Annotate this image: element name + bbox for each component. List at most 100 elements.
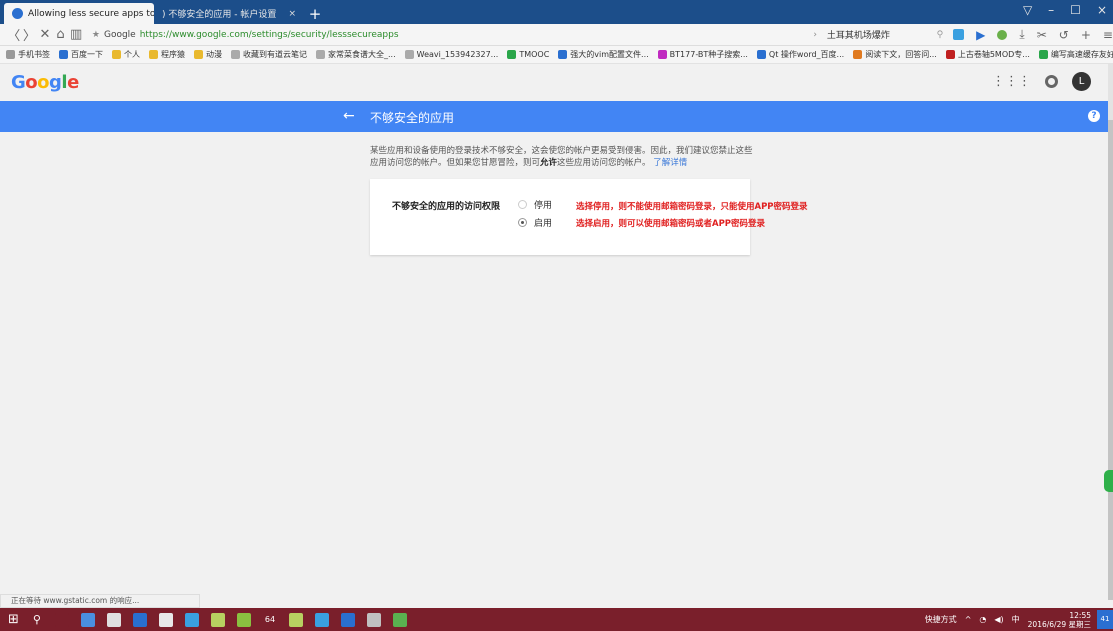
system-clock[interactable]: 12:55 2016/6/29 星期三	[1028, 611, 1091, 629]
play-icon[interactable]: ▶	[976, 28, 985, 42]
extension-icon[interactable]	[953, 29, 965, 40]
clock-time: 12:55	[1069, 610, 1091, 620]
notification-badge[interactable]: 41	[1097, 610, 1113, 629]
notifications-icon[interactable]	[1045, 75, 1058, 88]
search-icon[interactable]: ⚲	[33, 613, 41, 626]
search-arrow-icon: ›	[813, 29, 817, 40]
bookmark-icon	[316, 50, 325, 59]
option-turn-off[interactable]: 停用	[518, 198, 552, 211]
restore-icon[interactable]: ☐	[1070, 3, 1081, 17]
taskbar-app-icon[interactable]	[132, 612, 147, 627]
home-icon[interactable]: ⌂	[53, 27, 69, 42]
bookmark-item[interactable]: 收藏到有道云笔记	[231, 49, 307, 60]
new-tab-button[interactable]: +	[306, 4, 324, 24]
radio-off[interactable]	[518, 200, 527, 209]
stop-icon[interactable]: ✕	[37, 27, 53, 42]
option-turn-on[interactable]: 启用	[518, 216, 552, 229]
google-account-tools: ⋮⋮⋮ L	[992, 72, 1091, 91]
search-icon[interactable]: ⚲	[937, 30, 944, 40]
description-text-end: 这些应用访问您的帐户。	[557, 158, 651, 168]
extension-green-icon[interactable]	[997, 29, 1008, 40]
google-logo[interactable]: Google	[11, 72, 79, 93]
taskbar-app-icon[interactable]	[288, 612, 303, 627]
close-window-icon[interactable]: ×	[1097, 3, 1107, 17]
search-box[interactable]: › 土耳其机场爆炸 ⚲	[813, 26, 943, 44]
taskbar-app-icon[interactable]	[314, 612, 329, 627]
bookmark-item[interactable]: Weavi_153942327...	[404, 50, 498, 59]
url-text[interactable]: https://www.google.com/settings/security…	[140, 30, 399, 40]
bookmark-item[interactable]: 手机书签	[6, 49, 50, 60]
bookmark-item[interactable]: 编写高速缓存友好...	[1038, 49, 1113, 60]
clock-date: 2016/6/29 星期三	[1027, 619, 1091, 629]
bookmark-label: 个人	[124, 50, 140, 59]
network-icon[interactable]: ◔	[979, 615, 986, 624]
scrollbar-thumb[interactable]	[1108, 120, 1113, 600]
bookmark-item[interactable]: 百度一下	[59, 49, 103, 60]
bookmark-item[interactable]: 个人	[112, 49, 140, 60]
bookmark-item[interactable]: 家常菜食谱大全_...	[316, 49, 396, 60]
radio-on[interactable]	[518, 218, 527, 227]
taskbar-app-icon[interactable]	[392, 612, 407, 627]
taskbar-app-icon[interactable]	[158, 612, 173, 627]
bookmark-icon	[149, 50, 158, 59]
bookmark-item[interactable]: Qt 操作word_百度...	[756, 49, 844, 60]
status-bar: 正在等待 www.gstatic.com 的响应...	[0, 594, 200, 608]
url-host: Google	[103, 29, 136, 40]
description-bold: 允许	[540, 158, 558, 168]
bookmark-item[interactable]: BT177-BT种子搜索...	[657, 49, 748, 60]
page-description: 某些应用和设备使用的登录技术不够安全，这会使您的帐户更易受到侵害。因此，我们建议…	[370, 145, 760, 169]
taskbar-app-icon[interactable]	[366, 612, 381, 627]
undo-icon[interactable]: ↺	[1059, 28, 1069, 42]
bookmark-label: 百度一下	[71, 50, 103, 59]
avatar[interactable]: L	[1072, 72, 1091, 91]
bookmark-item[interactable]: 强大的vim配置文件...	[558, 49, 649, 60]
tab-less-secure-apps-settings[interactable]: ) 不够安全的应用 - 帐户设置 ×	[154, 3, 304, 24]
tray-up-icon[interactable]: ^	[965, 615, 972, 624]
tab-label: Allowing less secure apps to acce	[28, 8, 154, 19]
taskbar-app-icon[interactable]: 64	[263, 613, 277, 627]
taskbar-app-icon[interactable]	[80, 612, 95, 627]
add-icon[interactable]: +	[1081, 28, 1091, 42]
taskbar-app-icon[interactable]	[106, 612, 121, 627]
close-tab-icon[interactable]: ×	[282, 9, 296, 19]
volume-icon[interactable]: ◀)	[994, 615, 1003, 624]
help-icon[interactable]: ?	[1088, 110, 1100, 122]
bookmark-label: BT177-BT种子搜索...	[669, 50, 748, 59]
search-text[interactable]: 土耳其机场爆炸	[827, 28, 890, 41]
bookmark-item[interactable]: 程序猿	[149, 49, 185, 60]
skin-icon[interactable]: ▽	[1023, 3, 1032, 17]
browser-toolbar: ▶ ⤓ ✂ ↺ + ≡	[953, 27, 1113, 42]
bookmark-label: 编写高速缓存友好...	[1050, 50, 1113, 59]
back-nav-icon[interactable]: 〈	[6, 25, 22, 44]
logo-letter: e	[67, 72, 79, 93]
google-header: Google ⋮⋮⋮ L	[0, 64, 1113, 101]
scissors-icon[interactable]: ✂	[1037, 28, 1047, 42]
apps-grid-icon[interactable]: ⋮⋮⋮	[992, 74, 1031, 89]
taskbar-app-icon[interactable]	[54, 612, 69, 627]
arrow-back-icon[interactable]: ←	[343, 108, 355, 124]
ime-icon[interactable]: 中	[1012, 614, 1020, 625]
bookmark-label: 动漫	[206, 50, 222, 59]
bookmark-item[interactable]: TMOOC	[507, 50, 549, 59]
reader-icon[interactable]: ▥	[68, 27, 84, 42]
download-icon[interactable]: ⤓	[1019, 27, 1024, 42]
forward-nav-icon[interactable]: 〉	[22, 25, 38, 44]
address-bar[interactable]: ★ Google https://www.google.com/settings…	[92, 26, 663, 44]
minimize-icon[interactable]: –	[1048, 3, 1054, 17]
bookmark-icon	[507, 50, 517, 59]
bookmark-item[interactable]: 动漫	[194, 49, 222, 60]
bookmark-star-icon[interactable]: ★	[92, 30, 100, 40]
windows-start-icon[interactable]: ⊞	[8, 612, 19, 627]
side-widget-icon[interactable]	[1104, 470, 1113, 492]
taskbar-app-icon[interactable]	[210, 612, 225, 627]
learn-more-link[interactable]: 了解详情	[653, 158, 687, 168]
menu-icon[interactable]: ≡	[1103, 28, 1113, 42]
bookmark-icon	[404, 50, 414, 59]
tray-label[interactable]: 快捷方式	[925, 614, 957, 625]
taskbar-app-icon[interactable]	[184, 612, 199, 627]
bookmark-item[interactable]: 上古卷轴5MOD专...	[945, 49, 1030, 60]
tab-allowing-less-secure-apps[interactable]: Allowing less secure apps to acce	[4, 3, 154, 24]
taskbar-app-icon[interactable]	[340, 612, 355, 627]
taskbar-app-icon[interactable]	[236, 612, 251, 627]
bookmark-item[interactable]: 阅读下文，回答问...	[853, 49, 937, 60]
